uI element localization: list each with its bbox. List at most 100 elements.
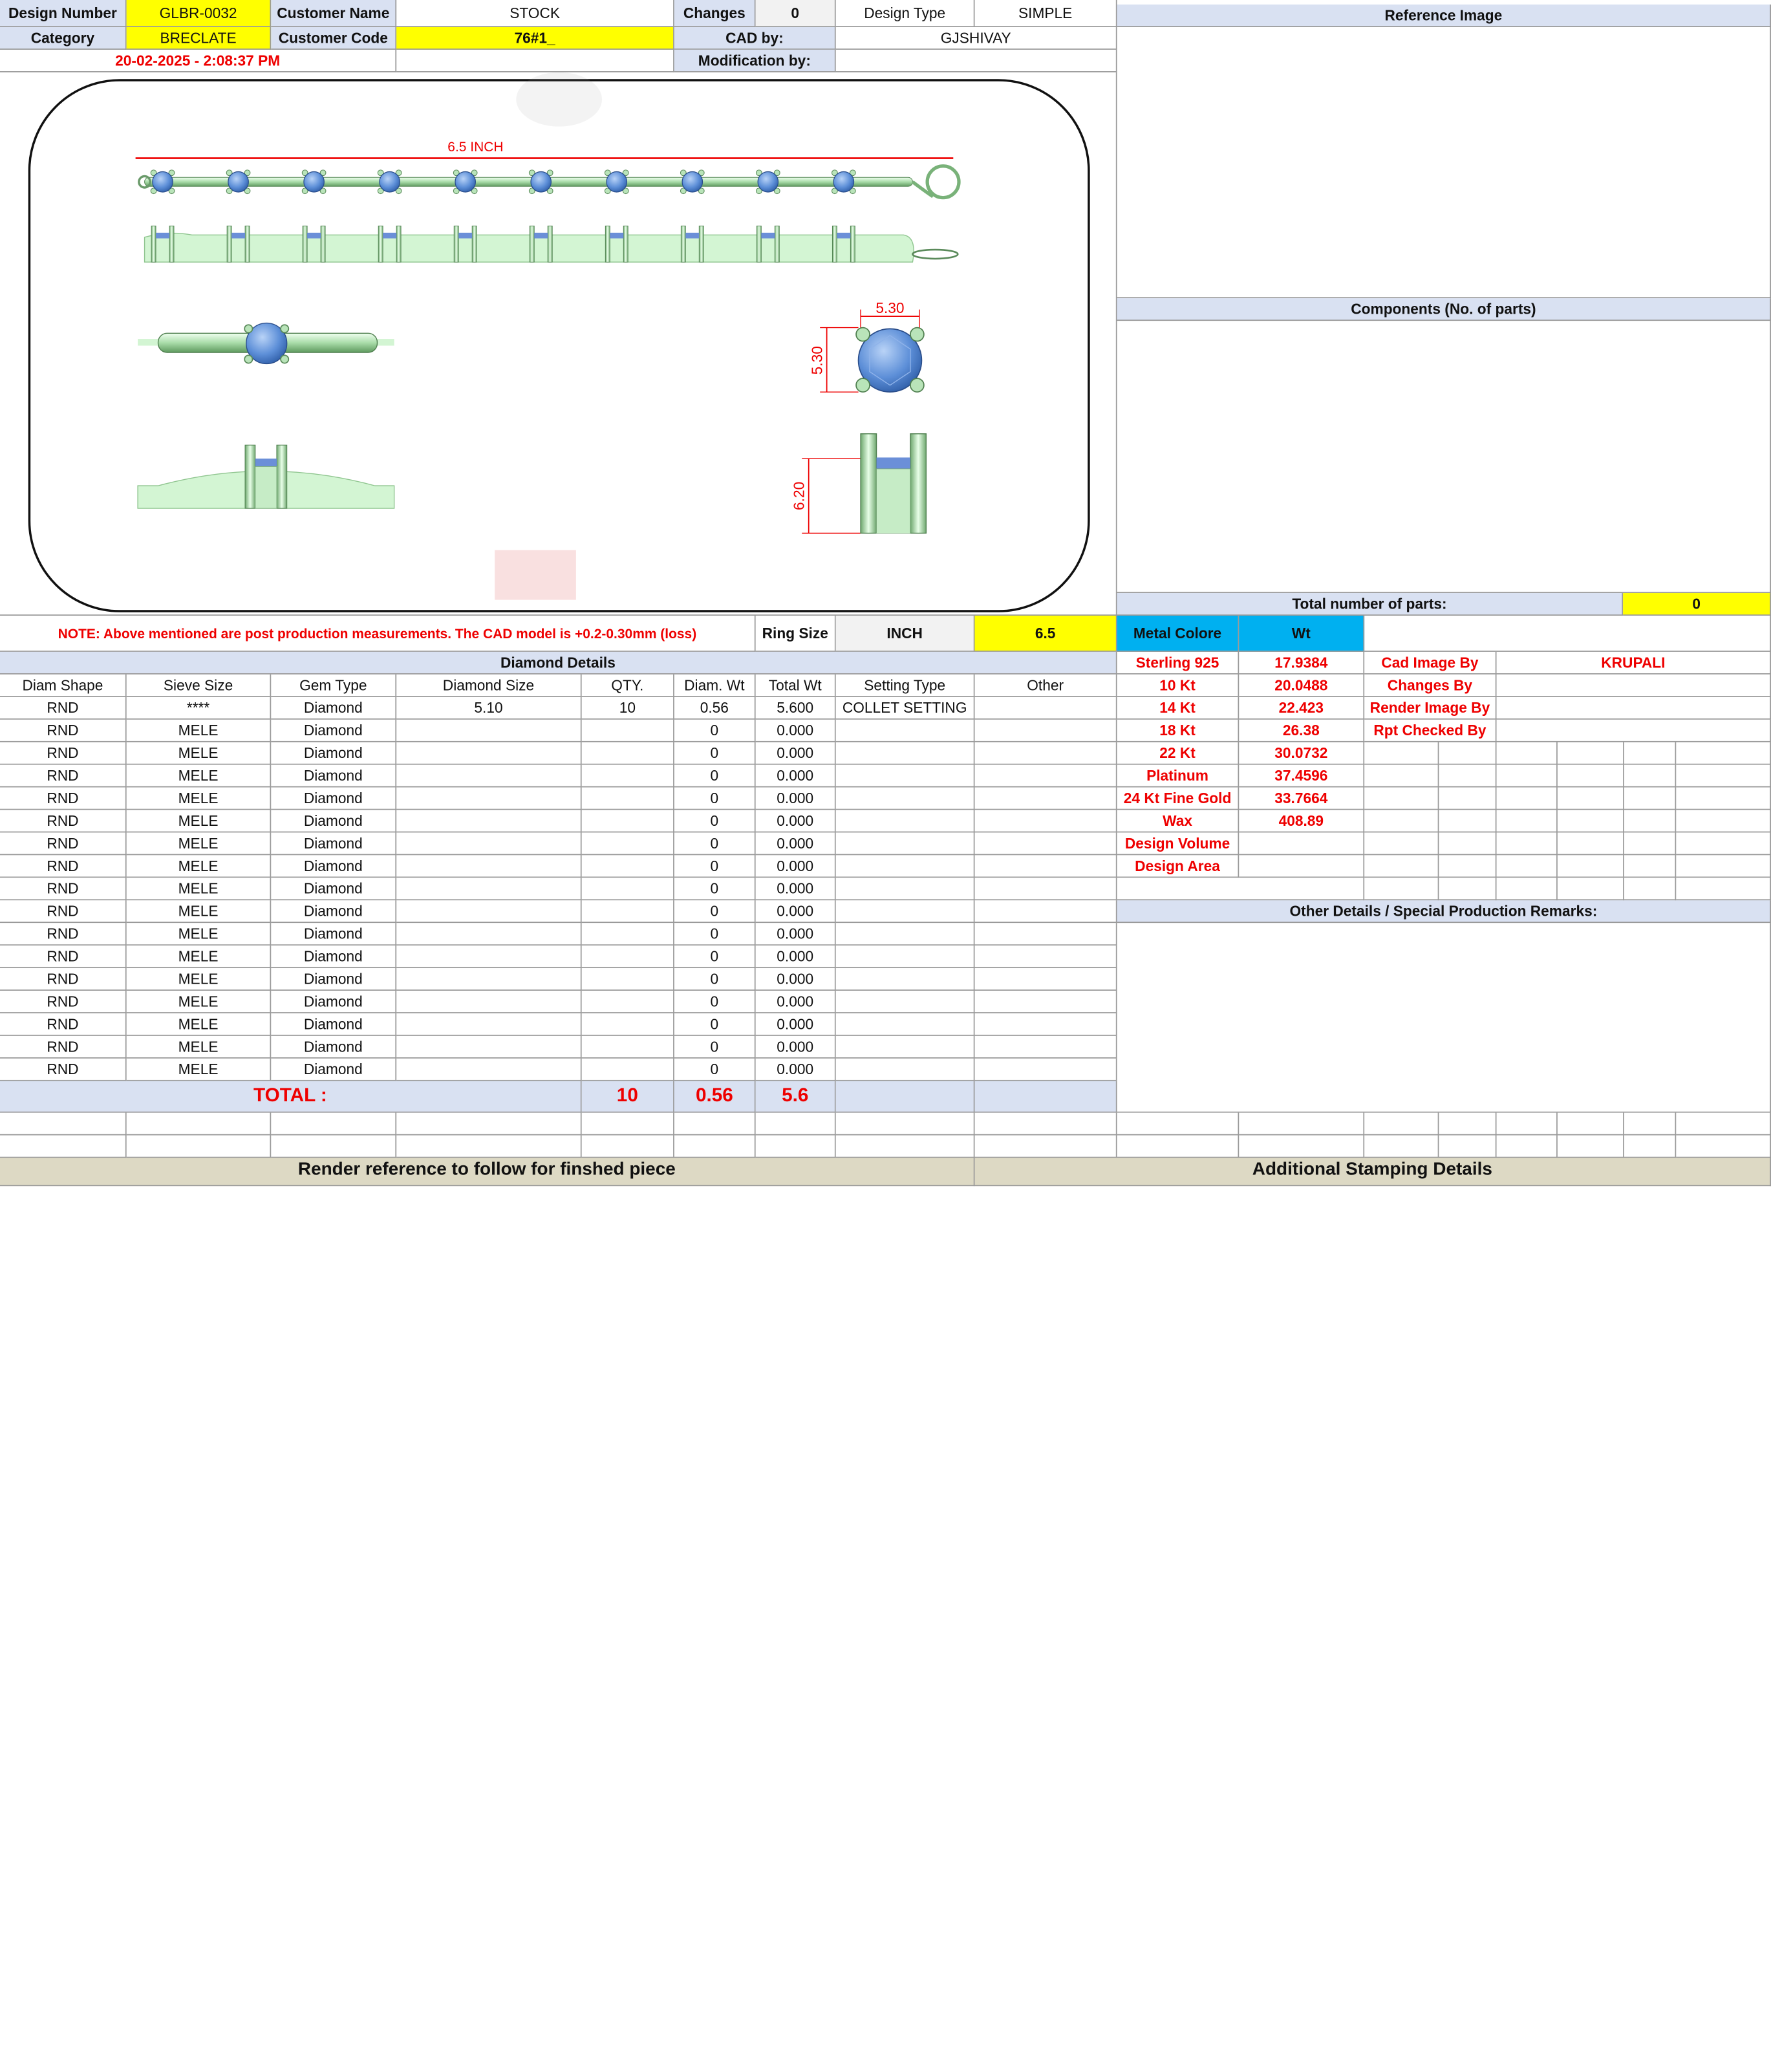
bottom-grid-cell[interactable] bbox=[126, 1112, 272, 1136]
diamond-cell[interactable] bbox=[835, 787, 975, 810]
diamond-cell[interactable] bbox=[396, 810, 582, 833]
diamond-cell[interactable]: MELE bbox=[126, 945, 272, 969]
diamond-cell[interactable] bbox=[581, 787, 674, 810]
diamond-cell[interactable]: 0.56 bbox=[674, 696, 756, 720]
credit-grid-cell[interactable] bbox=[1676, 787, 1771, 810]
diamond-cell[interactable]: Diamond bbox=[271, 990, 397, 1013]
diamond-cell[interactable] bbox=[835, 990, 975, 1013]
diamond-cell[interactable]: Diamond bbox=[271, 945, 397, 969]
render-image-by-value[interactable] bbox=[1496, 696, 1771, 720]
diamond-cell[interactable] bbox=[974, 1035, 1117, 1059]
diamond-cell[interactable]: MELE bbox=[126, 1013, 272, 1036]
diamond-cell[interactable]: Diamond bbox=[271, 696, 397, 720]
diamond-cell[interactable] bbox=[835, 878, 975, 901]
diamond-cell[interactable]: MELE bbox=[126, 878, 272, 901]
diamond-cell[interactable]: MELE bbox=[126, 742, 272, 765]
diamond-cell[interactable] bbox=[581, 810, 674, 833]
diamond-cell[interactable]: 0 bbox=[674, 923, 756, 946]
diamond-cell[interactable]: 0 bbox=[674, 968, 756, 991]
diamond-cell[interactable] bbox=[974, 878, 1117, 901]
credit-grid-cell[interactable] bbox=[1364, 832, 1439, 856]
diamond-cell[interactable] bbox=[581, 945, 674, 969]
rpt-checked-by-value[interactable] bbox=[1496, 719, 1771, 742]
metal-weight[interactable]: 37.4596 bbox=[1239, 764, 1365, 788]
diamond-cell[interactable] bbox=[396, 855, 582, 878]
diamond-cell[interactable] bbox=[835, 764, 975, 788]
customer-name-value[interactable]: STOCK bbox=[396, 0, 674, 27]
diamond-cell[interactable]: RND bbox=[0, 923, 127, 946]
credit-grid-cell[interactable] bbox=[1439, 764, 1497, 788]
bottom-grid-cell[interactable] bbox=[1439, 1135, 1497, 1158]
diamond-cell[interactable]: Diamond bbox=[271, 764, 397, 788]
diamond-cell[interactable] bbox=[396, 764, 582, 788]
credit-grid-cell[interactable] bbox=[1364, 787, 1439, 810]
diamond-cell[interactable]: 0 bbox=[674, 1013, 756, 1036]
diamond-cell[interactable] bbox=[835, 923, 975, 946]
other-details-area[interactable] bbox=[1117, 923, 1771, 1113]
diamond-cell[interactable]: RND bbox=[0, 742, 127, 765]
bottom-grid-cell[interactable] bbox=[1496, 1135, 1558, 1158]
diamond-cell[interactable]: Diamond bbox=[271, 1013, 397, 1036]
diamond-cell[interactable] bbox=[396, 900, 582, 923]
bottom-grid-cell[interactable] bbox=[0, 1112, 127, 1136]
credit-grid-cell[interactable] bbox=[1496, 742, 1558, 765]
diamond-cell[interactable]: Diamond bbox=[271, 832, 397, 856]
credit-grid-cell[interactable] bbox=[1624, 810, 1677, 833]
diamond-cell[interactable]: Diamond bbox=[271, 900, 397, 923]
diamond-cell[interactable]: 0 bbox=[674, 1058, 756, 1081]
diamond-cell[interactable]: 0 bbox=[674, 764, 756, 788]
credit-grid-cell[interactable] bbox=[1439, 832, 1497, 856]
diamond-cell[interactable]: 0 bbox=[674, 1035, 756, 1059]
bottom-grid-cell[interactable] bbox=[835, 1135, 975, 1158]
diamond-cell[interactable]: MELE bbox=[126, 832, 272, 856]
diamond-cell[interactable] bbox=[396, 787, 582, 810]
credit-grid-cell[interactable] bbox=[1439, 855, 1497, 878]
diamond-cell[interactable] bbox=[396, 742, 582, 765]
bottom-grid-cell[interactable] bbox=[1364, 1135, 1439, 1158]
diamond-cell[interactable] bbox=[581, 719, 674, 742]
diamond-cell[interactable] bbox=[396, 968, 582, 991]
diamond-cell[interactable] bbox=[974, 855, 1117, 878]
metal-weight[interactable]: 408.89 bbox=[1239, 810, 1365, 833]
credit-grid-cell[interactable] bbox=[1676, 764, 1771, 788]
diamond-cell[interactable]: MELE bbox=[126, 810, 272, 833]
diamond-cell[interactable]: RND bbox=[0, 855, 127, 878]
metal-weight[interactable]: 33.7664 bbox=[1239, 787, 1365, 810]
bottom-grid-cell[interactable] bbox=[1624, 1135, 1677, 1158]
credit-grid-cell[interactable] bbox=[1557, 742, 1624, 765]
diamond-cell[interactable]: RND bbox=[0, 719, 127, 742]
diamond-cell[interactable] bbox=[581, 764, 674, 788]
diamond-cell[interactable]: RND bbox=[0, 1013, 127, 1036]
diamond-cell[interactable]: MELE bbox=[126, 787, 272, 810]
diamond-cell[interactable] bbox=[974, 990, 1117, 1013]
credit-grid-cell[interactable] bbox=[1557, 878, 1624, 901]
bottom-grid-cell[interactable] bbox=[581, 1112, 674, 1136]
credit-grid-cell[interactable] bbox=[1557, 787, 1624, 810]
credit-grid-cell[interactable] bbox=[1496, 810, 1558, 833]
diamond-cell[interactable] bbox=[974, 923, 1117, 946]
credit-grid-cell[interactable] bbox=[1557, 855, 1624, 878]
bottom-grid-cell[interactable] bbox=[755, 1135, 836, 1158]
credit-grid-cell[interactable] bbox=[1624, 878, 1677, 901]
credit-grid-cell[interactable] bbox=[1439, 810, 1497, 833]
credit-grid-cell[interactable] bbox=[1557, 810, 1624, 833]
diamond-cell[interactable]: RND bbox=[0, 1058, 127, 1081]
diamond-cell[interactable] bbox=[974, 1058, 1117, 1081]
diamond-cell[interactable]: Diamond bbox=[271, 787, 397, 810]
metal-weight[interactable] bbox=[1239, 855, 1365, 878]
diamond-cell[interactable] bbox=[974, 742, 1117, 765]
diamond-cell[interactable] bbox=[835, 1035, 975, 1059]
cad-by-value[interactable]: GJSHIVAY bbox=[835, 27, 1117, 50]
diamond-cell[interactable]: Diamond bbox=[271, 742, 397, 765]
diamond-cell[interactable] bbox=[581, 1013, 674, 1036]
credit-grid-cell[interactable] bbox=[1439, 742, 1497, 765]
diamond-cell[interactable] bbox=[396, 945, 582, 969]
diamond-cell[interactable] bbox=[396, 1013, 582, 1036]
metal-weight[interactable] bbox=[1239, 832, 1365, 856]
bottom-grid-cell[interactable] bbox=[1496, 1112, 1558, 1136]
diamond-cell[interactable] bbox=[835, 968, 975, 991]
diamond-cell[interactable]: 0.000 bbox=[755, 742, 836, 765]
diamond-cell[interactable]: 0 bbox=[674, 990, 756, 1013]
credit-grid-cell[interactable] bbox=[1624, 787, 1677, 810]
diamond-cell[interactable] bbox=[835, 945, 975, 969]
